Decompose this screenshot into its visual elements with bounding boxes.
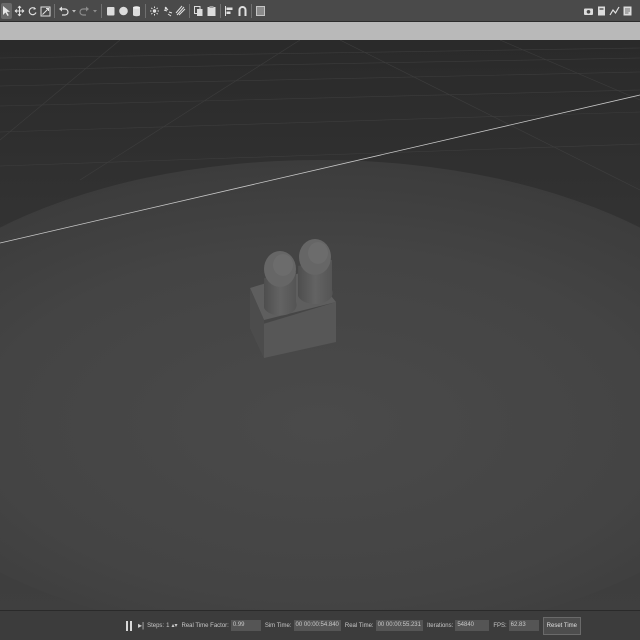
time-status-bar: ▸| Steps: 1 ▴▾ Real Time Factor: 0.99 Si… (0, 610, 640, 640)
render-viewport[interactable] (0, 40, 640, 610)
toolbar-separator (251, 3, 252, 18)
left-toolbar-group (0, 0, 267, 22)
iterations-label: Iterations: (426, 622, 454, 629)
fps-value: 62.83 (508, 620, 539, 631)
step-icon[interactable]: ▸| (138, 621, 144, 630)
panel-header-strip (0, 22, 640, 41)
real-time-label: Real Time: (344, 622, 374, 629)
screenshot-icon[interactable] (255, 3, 266, 19)
directional-light-icon[interactable] (175, 3, 186, 19)
undo-dropdown-icon[interactable] (71, 3, 77, 19)
redo-icon[interactable] (79, 3, 90, 19)
rtf-value: 0.99 (230, 620, 261, 631)
sphere-shape-icon[interactable] (118, 3, 129, 19)
real-time-item: Real Time: 00 00:00:55.231 (345, 620, 423, 631)
toolbar-separator (145, 3, 146, 18)
pause-button[interactable] (126, 620, 132, 631)
scene-render[interactable] (0, 40, 640, 610)
copy-icon[interactable] (193, 3, 204, 19)
sim-time-label: Sim Time: (264, 622, 292, 629)
real-time-value: 00 00:00:55.231 (375, 620, 423, 631)
toolbar-separator (189, 3, 190, 18)
steps-item: Steps: 1 ▴▾ (147, 622, 177, 630)
rotate-icon[interactable] (27, 3, 38, 19)
toolbar-separator (220, 3, 221, 18)
redo-dropdown-icon[interactable] (92, 3, 98, 19)
align-icon[interactable] (224, 3, 235, 19)
paste-icon[interactable] (206, 3, 217, 19)
sim-time-item: Sim Time: 00 00:00:54.840 (265, 620, 341, 631)
iterations-value: 54840 (455, 620, 490, 631)
iterations-item: Iterations: 54840 (426, 620, 490, 631)
main-toolbar (0, 0, 640, 22)
steps-value[interactable]: 1 (166, 623, 169, 629)
box-shape-icon[interactable] (105, 3, 116, 19)
rtf-label: Real Time Factor: (181, 622, 229, 629)
toolbar-separator (101, 3, 102, 18)
plot-icon[interactable] (609, 3, 620, 19)
translate-icon[interactable] (14, 3, 25, 19)
sim-time-value: 00 00:00:54.840 (293, 620, 341, 631)
point-light-icon[interactable] (149, 3, 160, 19)
right-toolbar-group (582, 0, 634, 22)
reset-time-button[interactable]: Reset Time (542, 616, 581, 635)
cylinder-shape-icon[interactable] (131, 3, 142, 19)
fps-label: FPS: (493, 622, 507, 629)
spot-light-icon[interactable] (162, 3, 173, 19)
scale-icon[interactable] (40, 3, 51, 19)
toolbar-separator (54, 3, 55, 18)
ground-plane (0, 160, 640, 610)
undo-icon[interactable] (58, 3, 69, 19)
camera-icon[interactable] (583, 3, 594, 19)
fps-item: FPS: 62.83 (493, 620, 539, 631)
steps-spin-icon[interactable]: ▴▾ (171, 622, 177, 629)
steps-label: Steps: (147, 622, 165, 629)
log-icon[interactable] (622, 3, 633, 19)
magnet-snap-icon[interactable] (237, 3, 248, 19)
record-icon[interactable] (596, 3, 607, 19)
select-arrow-icon[interactable] (1, 2, 12, 19)
rtf-item: Real Time Factor: 0.99 (181, 620, 261, 631)
